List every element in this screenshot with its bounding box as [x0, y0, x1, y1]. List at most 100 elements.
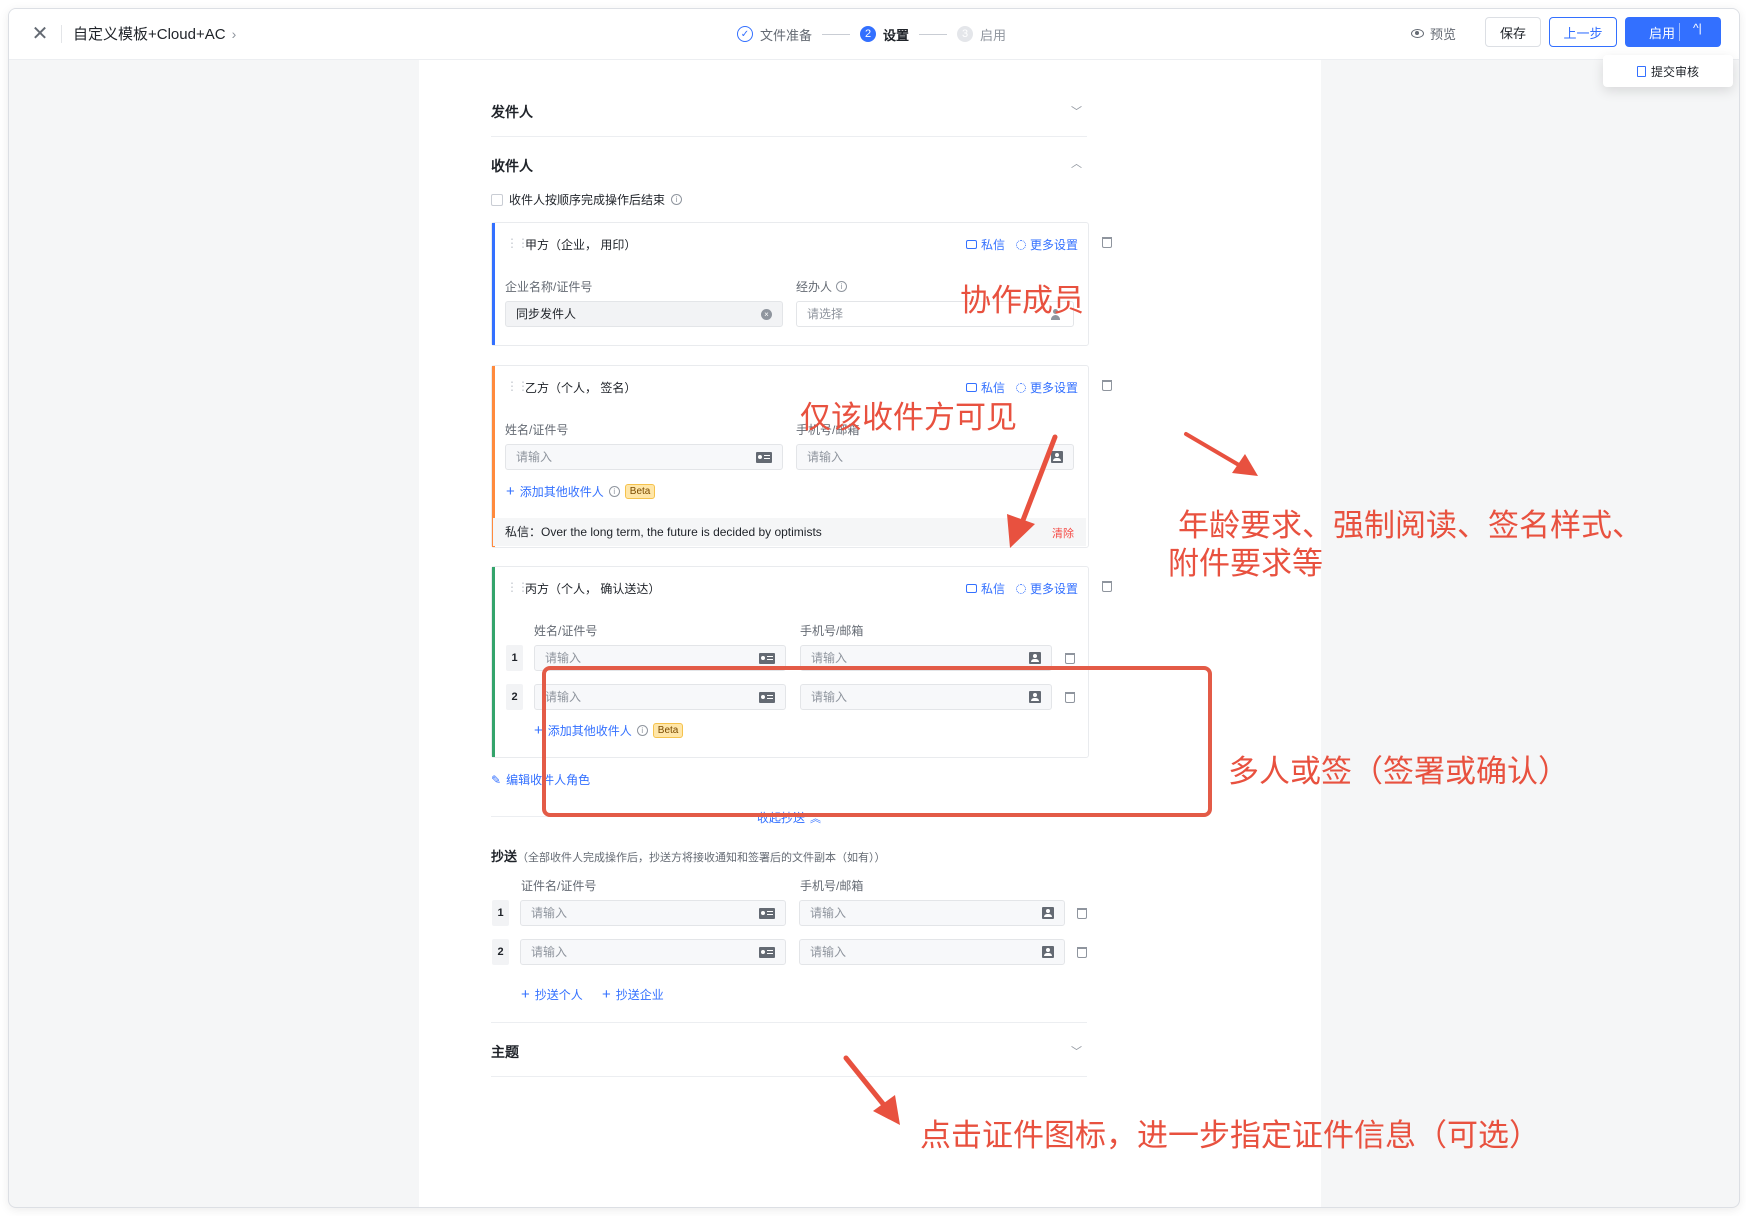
info-icon[interactable]: i — [836, 281, 848, 292]
private-message-link[interactable]: 私信 — [966, 580, 1005, 597]
delete-row-icon[interactable] — [1065, 653, 1075, 664]
contact-icon[interactable] — [1042, 907, 1054, 919]
row-number: 1 — [506, 645, 523, 671]
more-settings-link[interactable]: 更多设置 — [1016, 580, 1078, 597]
preview-button[interactable]: 预览 — [1411, 24, 1456, 43]
chevron-up-icon[interactable]: ︿ — [1071, 155, 1082, 171]
submit-review-menu-item[interactable]: 提交审核 — [1603, 55, 1733, 87]
settings-panel: 发件人 ﹀ 收件人 ︿ 收件人按顺序完成操作后结束 i ⋮⋮ 甲方（企业， 用印… — [419, 60, 1321, 1207]
step-connector — [822, 33, 851, 35]
step-connector — [919, 33, 948, 35]
contact-icon[interactable] — [1029, 652, 1041, 664]
edit-recipient-roles-link[interactable]: ✎ 编辑收件人角色 — [491, 771, 590, 788]
collapse-cc-link[interactable]: 收起抄送 ︽ — [757, 809, 821, 826]
info-icon[interactable]: i — [636, 725, 648, 736]
party-c-title: 丙方（个人， 确认送达） — [525, 582, 661, 596]
name-input[interactable]: 请输入 — [534, 645, 786, 671]
save-button[interactable]: 保存 — [1485, 17, 1541, 47]
contact-icon[interactable] — [1042, 946, 1054, 958]
annotation-requirements-line2: 附件要求等 — [1168, 546, 1323, 581]
cc-name-input[interactable]: 请输入 — [520, 900, 786, 926]
cc-name-input[interactable]: 请输入 — [520, 939, 786, 965]
phone-input[interactable]: 请输入 — [796, 444, 1074, 470]
name-placeholder: 请输入 — [545, 651, 582, 665]
info-icon[interactable]: i — [608, 486, 620, 497]
handler-placeholder: 请选择 — [807, 307, 844, 321]
name-placeholder: 请输入 — [531, 906, 568, 920]
delete-row-icon[interactable] — [1065, 692, 1075, 703]
delete-row-icon[interactable] — [1077, 947, 1087, 958]
plus-icon: + — [521, 985, 530, 1003]
delete-row-icon[interactable] — [1077, 908, 1087, 919]
name-field-label: 姓名/证件号 — [534, 624, 598, 638]
cc-person-label: 抄送个人 — [534, 988, 583, 1002]
more-settings-label: 更多设置 — [1030, 582, 1079, 596]
add-other-recipient-link[interactable]: + 添加其他收件人 i Beta — [534, 722, 684, 739]
cc-phone-field-label: 手机号/邮箱 — [800, 879, 864, 893]
id-card-icon[interactable] — [759, 908, 775, 919]
private-message-link[interactable]: 私信 — [966, 379, 1005, 396]
cc-name-field-label: 证件名/证件号 — [521, 879, 597, 893]
more-settings-link[interactable]: 更多设置 — [1016, 379, 1078, 396]
name-input[interactable]: 请输入 — [505, 444, 783, 470]
name-field-label: 姓名/证件号 — [505, 423, 569, 437]
cc-company-link[interactable]: + 抄送企业 — [602, 986, 664, 1003]
sequential-checkbox-label: 收件人按顺序完成操作后结束 — [509, 193, 666, 207]
stepper: ✓ 文件准备 2 设置 3 启用 — [737, 22, 1006, 46]
previous-step-button[interactable]: 上一步 — [1549, 17, 1617, 47]
submit-review-label: 提交审核 — [1650, 64, 1699, 79]
sequential-checkbox[interactable] — [491, 193, 503, 206]
info-icon[interactable]: i — [671, 194, 683, 205]
company-input-value: 同步发件人 — [516, 307, 577, 321]
id-card-icon[interactable] — [759, 947, 775, 958]
section-divider — [491, 1076, 1087, 1077]
cc-phone-input[interactable]: 请输入 — [799, 900, 1065, 926]
delete-party-a-icon[interactable] — [1102, 237, 1112, 248]
name-placeholder: 请输入 — [516, 450, 553, 464]
chevron-up-icon[interactable]: ^| — [1693, 21, 1702, 35]
phone-input[interactable]: 请输入 — [800, 684, 1052, 710]
contact-icon[interactable] — [1029, 691, 1041, 703]
name-input[interactable]: 请输入 — [534, 684, 786, 710]
plus-icon: + — [602, 985, 611, 1003]
cc-company-label: 抄送企业 — [615, 988, 664, 1002]
id-card-icon[interactable] — [756, 452, 772, 463]
party-a-color-bar — [492, 223, 495, 345]
id-card-icon[interactable] — [759, 653, 775, 664]
close-icon[interactable]: ✕ — [29, 23, 51, 45]
add-other-recipient-link[interactable]: + 添加其他收件人 i Beta — [506, 483, 656, 500]
phone-placeholder: 请输入 — [810, 945, 847, 959]
cc-person-link[interactable]: + 抄送个人 — [521, 986, 583, 1003]
cc-phone-input[interactable]: 请输入 — [799, 939, 1065, 965]
add-recipient-label: 添加其他收件人 — [547, 724, 632, 738]
id-card-icon[interactable] — [759, 692, 775, 703]
section-divider — [491, 1022, 1087, 1023]
chevron-down-icon[interactable]: ﹀ — [1071, 103, 1082, 119]
handler-label-text: 经办人 — [796, 280, 833, 294]
sender-section-title[interactable]: 发件人 — [491, 102, 533, 122]
delete-party-b-icon[interactable] — [1102, 380, 1112, 391]
eye-icon — [1411, 29, 1424, 38]
company-input[interactable]: 同步发件人 × — [505, 301, 783, 327]
chevron-down-icon[interactable]: ﹀ — [1071, 1043, 1082, 1059]
private-message-link[interactable]: 私信 — [966, 236, 1005, 253]
clear-icon[interactable]: × — [761, 309, 772, 320]
clear-note-link[interactable]: 清除 — [1052, 525, 1074, 541]
add-recipient-label: 添加其他收件人 — [519, 485, 604, 499]
more-settings-link[interactable]: 更多设置 — [1016, 236, 1078, 253]
recipient-section-title[interactable]: 收件人 — [491, 156, 533, 176]
gear-icon — [1016, 239, 1026, 250]
delete-party-c-icon[interactable] — [1102, 581, 1112, 592]
annotation-only-visible: 仅该收件方可见 — [800, 400, 1017, 435]
phone-input[interactable]: 请输入 — [800, 645, 1052, 671]
enable-button[interactable]: 启用 ^| — [1625, 17, 1721, 47]
gear-icon — [1016, 382, 1026, 393]
section-divider — [491, 136, 1087, 137]
private-message-label: 私信 — [981, 381, 1006, 395]
document-title-text: 自定义模板+Cloud+AC — [73, 26, 226, 43]
subject-section-title[interactable]: 主题 — [491, 1042, 519, 1062]
private-message-label: 私信 — [981, 238, 1006, 252]
document-title[interactable]: 自定义模板+Cloud+AC › — [73, 23, 236, 46]
contact-icon[interactable] — [1051, 451, 1063, 463]
gear-icon — [1016, 583, 1026, 594]
